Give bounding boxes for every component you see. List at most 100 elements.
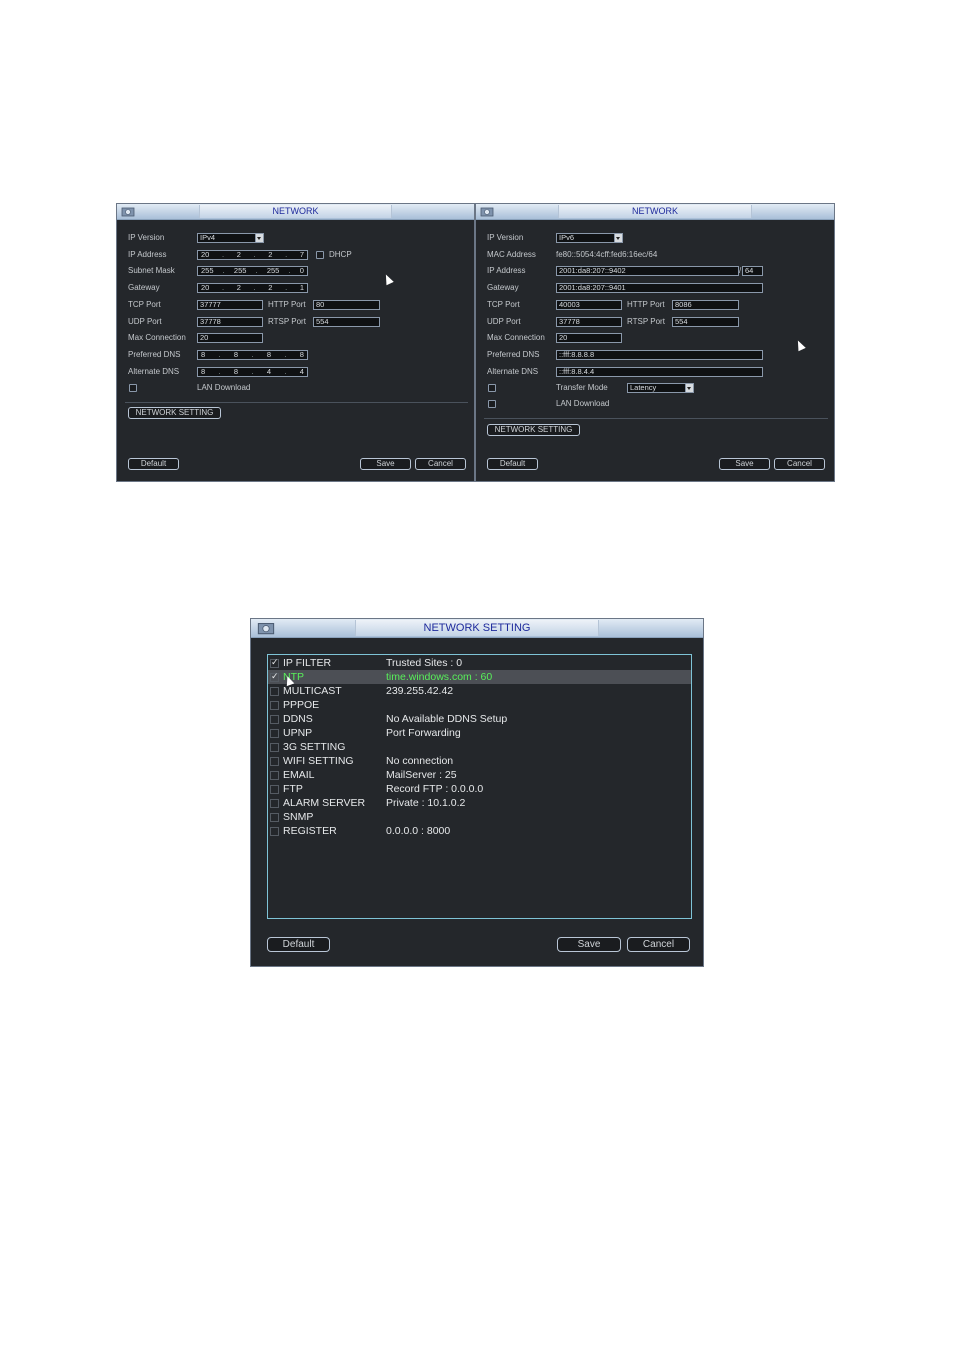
chevron-down-icon[interactable]: [614, 234, 622, 242]
alternate-dns-input[interactable]: ::fff:8.8.4.4: [556, 367, 763, 377]
http-port-input[interactable]: 80: [313, 300, 380, 310]
chevron-down-icon[interactable]: [255, 234, 263, 242]
cancel-button[interactable]: Cancel: [627, 937, 690, 952]
octet[interactable]: 255: [234, 267, 247, 275]
transfer-mode-select[interactable]: Latency: [627, 383, 694, 393]
lan-download-checkbox[interactable]: [129, 384, 137, 392]
dhcp-checkbox[interactable]: [316, 251, 324, 259]
http-port-input[interactable]: 8086: [672, 300, 739, 310]
checkbox[interactable]: [270, 671, 279, 682]
octet[interactable]: 8: [201, 368, 205, 376]
checkbox[interactable]: [270, 771, 279, 780]
octet[interactable]: 2: [237, 251, 241, 259]
ip-address-label: IP Address: [487, 266, 526, 275]
octet[interactable]: 20: [201, 284, 209, 292]
default-button[interactable]: Default: [267, 937, 330, 952]
list-item-register[interactable]: REGISTER 0.0.0.0 : 8000: [268, 824, 691, 838]
cancel-button[interactable]: Cancel: [415, 458, 466, 470]
chevron-down-icon[interactable]: [685, 384, 693, 392]
checkbox[interactable]: [270, 687, 279, 696]
network-setting-button[interactable]: NETWORK SETTING: [128, 407, 221, 419]
list-item-pppoe[interactable]: PPPOE: [268, 698, 691, 712]
checkbox[interactable]: [270, 701, 279, 710]
octet[interactable]: 4: [267, 368, 271, 376]
checkbox[interactable]: [270, 757, 279, 766]
octet[interactable]: 8: [234, 351, 238, 359]
rtsp-port-input[interactable]: 554: [672, 317, 739, 327]
default-button[interactable]: Default: [128, 458, 179, 470]
lan-download-label: LAN Download: [556, 399, 610, 408]
alternate-dns-input[interactable]: 8. 8. 4. 4: [197, 367, 308, 377]
ip-version-value: IPv6: [559, 233, 575, 242]
ip-version-select[interactable]: IPv6: [556, 233, 623, 243]
gateway-input[interactable]: 20. 2. 2. 1: [197, 283, 308, 293]
checkbox[interactable]: [270, 729, 279, 738]
ip-address-input[interactable]: 20. 2. 2. 7: [197, 250, 308, 260]
checkbox[interactable]: [270, 813, 279, 822]
checkbox[interactable]: [270, 785, 279, 794]
checkbox[interactable]: [270, 743, 279, 752]
udp-port-input[interactable]: 37778: [197, 317, 263, 327]
lan-download-checkbox[interactable]: [488, 400, 496, 408]
udp-port-input[interactable]: 37778: [556, 317, 622, 327]
checkbox[interactable]: [270, 799, 279, 808]
transfer-mode-checkbox[interactable]: [488, 384, 496, 392]
save-button[interactable]: Save: [719, 458, 770, 470]
octet[interactable]: 2: [268, 284, 272, 292]
list-item-ip-filter[interactable]: IP FILTER Trusted Sites : 0: [268, 656, 691, 670]
checkbox[interactable]: [270, 827, 279, 836]
list-item-snmp[interactable]: SNMP: [268, 810, 691, 824]
save-button[interactable]: Save: [360, 458, 411, 470]
lan-download-label: LAN Download: [197, 383, 251, 392]
preferred-dns-input[interactable]: 8. 8. 8. 8: [197, 350, 308, 360]
octet[interactable]: 2: [268, 251, 272, 259]
octet[interactable]: 8: [234, 368, 238, 376]
list-item-3g-setting[interactable]: 3G SETTING: [268, 740, 691, 754]
octet[interactable]: 20: [201, 251, 209, 259]
list-item-email[interactable]: EMAIL MailServer : 25: [268, 768, 691, 782]
preferred-dns-input[interactable]: ::fff:8.8.8.8: [556, 350, 763, 360]
octet[interactable]: 2: [237, 284, 241, 292]
default-button[interactable]: Default: [487, 458, 538, 470]
octet[interactable]: 7: [300, 251, 304, 259]
save-button[interactable]: Save: [557, 937, 621, 952]
rtsp-port-input[interactable]: 554: [313, 317, 380, 327]
octet[interactable]: 8: [300, 351, 304, 359]
list-item-wifi-setting[interactable]: WIFI SETTING No connection: [268, 754, 691, 768]
octet[interactable]: 0: [300, 267, 304, 275]
ip-address-input[interactable]: 2001:da8:207::9402: [556, 266, 739, 276]
octet[interactable]: 255: [267, 267, 280, 275]
tcp-port-label: TCP Port: [487, 300, 520, 309]
tcp-port-input[interactable]: 40003: [556, 300, 622, 310]
checkbox[interactable]: [270, 657, 279, 668]
network-setting-button[interactable]: NETWORK SETTING: [487, 424, 580, 436]
octet[interactable]: 255: [201, 267, 214, 275]
title-bar: NETWORK SETTING: [251, 619, 703, 638]
octet[interactable]: 1: [300, 284, 304, 292]
octet[interactable]: 4: [300, 368, 304, 376]
list-item-ddns[interactable]: DDNS No Available DDNS Setup: [268, 712, 691, 726]
list-item-alarm-server[interactable]: ALARM SERVER Private : 10.1.0.2: [268, 796, 691, 810]
prefix-length-input[interactable]: 64: [742, 266, 763, 276]
udp-port-label: UDP Port: [128, 317, 162, 326]
transfer-mode-value: Latency: [630, 383, 657, 392]
tcp-port-input[interactable]: 37777: [197, 300, 263, 310]
alternate-dns-label: Alternate DNS: [128, 367, 180, 376]
octet[interactable]: 8: [201, 351, 205, 359]
dhcp-label: DHCP: [329, 250, 352, 259]
list-item-ftp[interactable]: FTP Record FTP : 0.0.0.0: [268, 782, 691, 796]
octet[interactable]: 8: [267, 351, 271, 359]
subnet-mask-input[interactable]: 255. 255. 255. 0: [197, 266, 308, 276]
checkbox[interactable]: [270, 715, 279, 724]
item-value: 0.0.0.0 : 8000: [386, 825, 451, 837]
list-item-upnp[interactable]: UPNP Port Forwarding: [268, 726, 691, 740]
list-item-multicast[interactable]: MULTICAST 239.255.42.42: [268, 684, 691, 698]
rtsp-port-label: RTSP Port: [627, 317, 665, 326]
alternate-dns-label: Alternate DNS: [487, 367, 539, 376]
gateway-input[interactable]: 2001:da8:207::9401: [556, 283, 763, 293]
ip-version-select[interactable]: IPv4: [197, 233, 264, 243]
cancel-button[interactable]: Cancel: [774, 458, 825, 470]
list-item-ntp[interactable]: NTP time.windows.com : 60: [268, 670, 691, 684]
max-connection-input[interactable]: 20: [197, 333, 263, 343]
max-connection-input[interactable]: 20: [556, 333, 622, 343]
